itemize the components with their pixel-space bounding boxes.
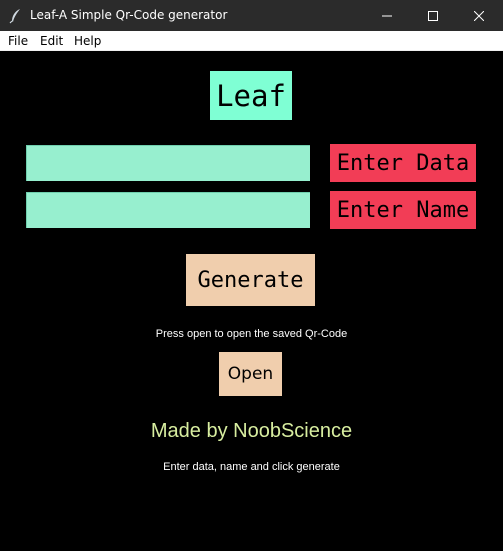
data-input[interactable] bbox=[26, 145, 310, 181]
close-icon bbox=[474, 10, 484, 21]
maximize-icon bbox=[428, 10, 438, 21]
open-button[interactable]: Open bbox=[219, 352, 282, 396]
minimize-icon bbox=[382, 15, 392, 16]
minimize-button[interactable] bbox=[364, 0, 410, 31]
feather-icon bbox=[9, 8, 23, 24]
close-button[interactable] bbox=[456, 0, 502, 31]
generate-button[interactable]: Generate bbox=[186, 254, 315, 306]
data-label: Enter Data bbox=[330, 144, 476, 182]
menu-edit[interactable]: Edit bbox=[40, 34, 63, 48]
app-logo: Leaf bbox=[210, 71, 292, 120]
menu-file[interactable]: File bbox=[8, 34, 28, 48]
menu-help[interactable]: Help bbox=[74, 34, 101, 48]
maximize-button[interactable] bbox=[410, 0, 456, 31]
open-hint-text: Press open to open the saved Qr-Code bbox=[155, 328, 348, 340]
name-input[interactable] bbox=[26, 192, 310, 228]
status-text: Enter data, name and click generate bbox=[163, 461, 340, 473]
main-content: Leaf Enter Data Enter Name Generate Pres… bbox=[0, 51, 503, 551]
title-bar: Leaf-A Simple Qr-Code generator bbox=[0, 0, 503, 31]
window-title: Leaf-A Simple Qr-Code generator bbox=[30, 8, 228, 22]
credit-text: Made by NoobScience bbox=[150, 420, 353, 442]
menu-bar: File Edit Help bbox=[0, 31, 503, 51]
name-label: Enter Name bbox=[330, 191, 476, 229]
